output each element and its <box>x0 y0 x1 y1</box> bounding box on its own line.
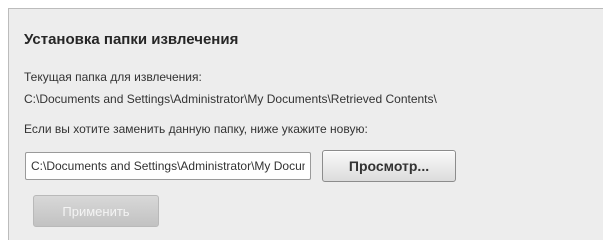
new-folder-input[interactable] <box>25 152 311 180</box>
extraction-folder-panel: Установка папки извлечения Текущая папка… <box>8 8 603 240</box>
change-folder-hint: Если вы хотите заменить данную папку, ни… <box>24 122 368 136</box>
current-folder-label: Текущая папка для извлечения: <box>24 70 202 84</box>
apply-button[interactable]: Применить <box>33 195 159 227</box>
current-folder-path: C:\Documents and Settings\Administrator\… <box>24 92 437 106</box>
browse-button[interactable]: Просмотр... <box>322 150 456 182</box>
section-title: Установка папки извлечения <box>24 31 239 48</box>
